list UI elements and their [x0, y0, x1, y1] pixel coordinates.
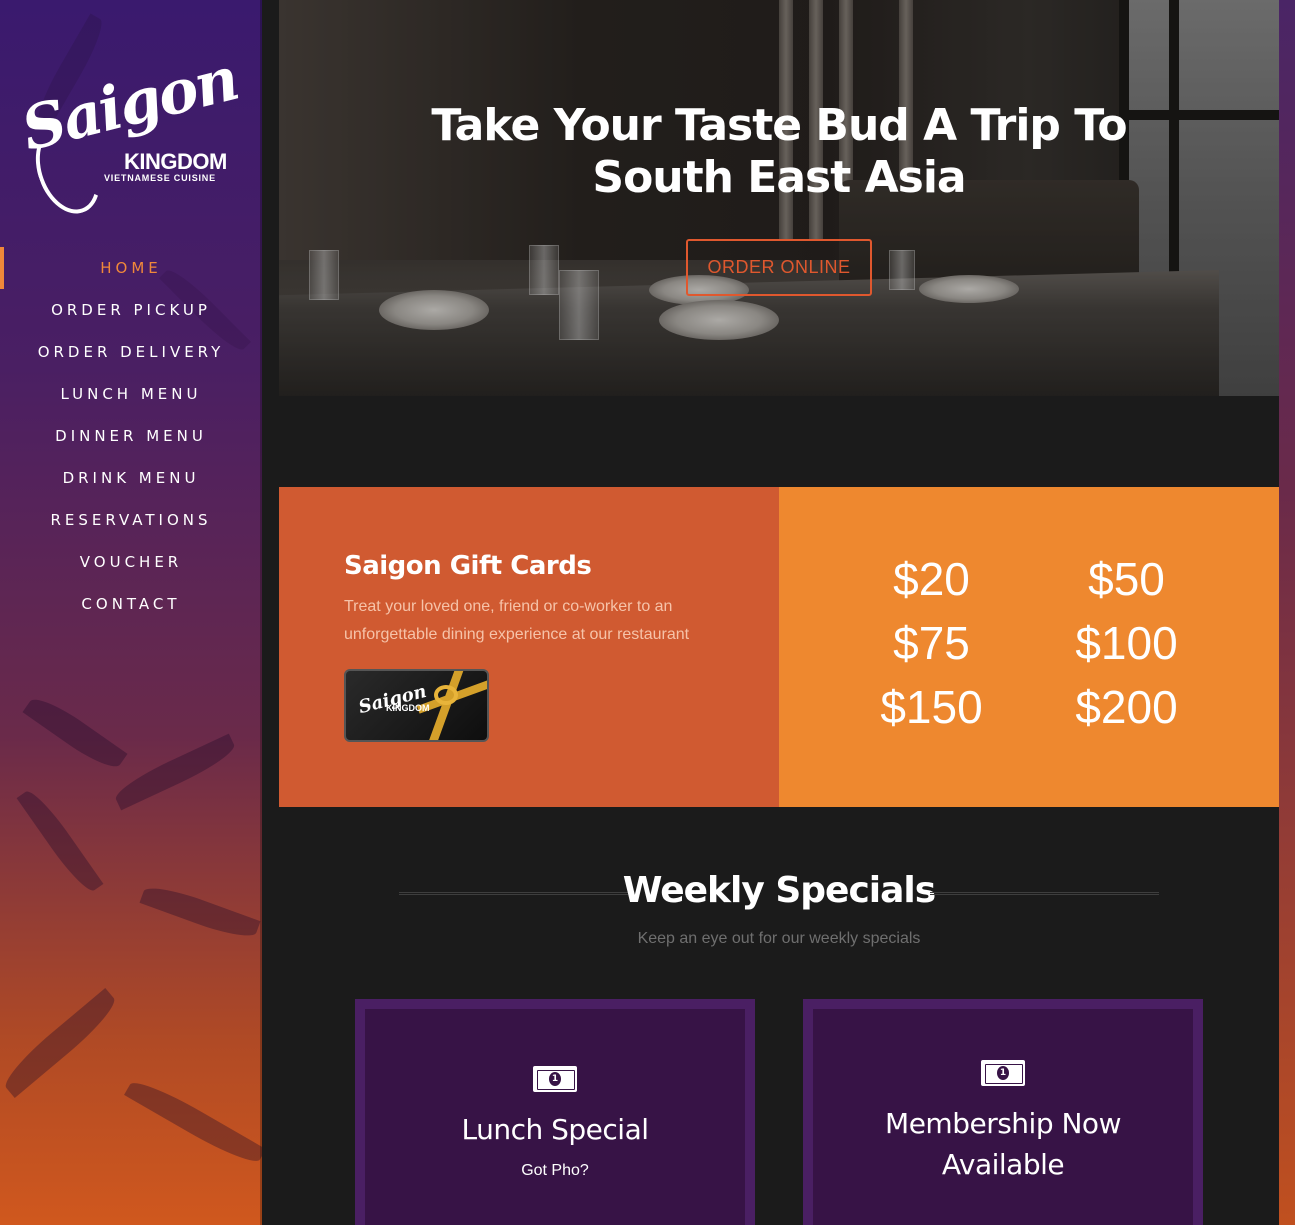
special-card-body: 1 Lunch Special Got Pho? [365, 1009, 745, 1225]
site-logo[interactable]: Saigon KINGDOM VIETNAMESE CUISINE [15, 44, 244, 225]
special-card-body: 1 Membership Now Available [813, 1009, 1193, 1225]
leaf-decoration [124, 1074, 262, 1170]
leaf-decoration [111, 733, 239, 811]
leaf-decoration [16, 785, 104, 897]
main-content: Take Your Taste Bud A Trip To South East… [279, 0, 1279, 1225]
logo-name: KINGDOM [124, 149, 227, 174]
order-online-button[interactable]: ORDER ONLINE [686, 239, 872, 296]
bow-icon [434, 685, 458, 705]
gift-card-image: Saigon KINGDOM [344, 669, 489, 742]
special-card-title: Lunch Special [461, 1113, 649, 1146]
gift-amount-grid: $20 $50 $75 $100 $150 $200 [779, 547, 1279, 739]
gift-amount-200[interactable]: $200 [1029, 675, 1224, 739]
nav-item-order-delivery[interactable]: ORDER DELIVERY [0, 331, 262, 373]
gift-card-amounts: $20 $50 $75 $100 $150 $200 [779, 487, 1279, 807]
nav-item-order-pickup[interactable]: ORDER PICKUP [0, 289, 262, 331]
right-edge-background [1279, 0, 1295, 1225]
leaf-decoration [139, 880, 261, 944]
money-bill-icon: 1 [533, 1066, 577, 1092]
hero-banner: Take Your Taste Bud A Trip To South East… [279, 0, 1279, 396]
nav-item-home[interactable]: HOME [0, 247, 262, 289]
sidebar: Saigon KINGDOM VIETNAMESE CUISINE HOME O… [0, 0, 262, 1225]
special-card-lunch[interactable]: 1 Lunch Special Got Pho? [355, 999, 755, 1225]
special-card-title: Membership Now Available [885, 1107, 1121, 1181]
specials-title: Weekly Specials [622, 870, 936, 911]
special-card-membership[interactable]: 1 Membership Now Available [803, 999, 1203, 1225]
hero-title: Take Your Taste Bud A Trip To South East… [431, 100, 1127, 203]
gift-card-title: Saigon Gift Cards [344, 551, 592, 581]
nav-item-lunch-menu[interactable]: LUNCH MENU [0, 373, 262, 415]
gift-amount-100[interactable]: $100 [1029, 611, 1224, 675]
nav-item-drink-menu[interactable]: DRINK MENU [0, 457, 262, 499]
logo-script: Saigon [15, 44, 245, 166]
gift-card-info: Saigon Gift Cards Treat your loved one, … [279, 487, 779, 807]
leaf-decoration [22, 690, 128, 776]
money-bill-icon: 1 [981, 1060, 1025, 1086]
gift-amount-20[interactable]: $20 [834, 547, 1029, 611]
nav-item-voucher[interactable]: VOUCHER [0, 541, 262, 583]
logo-tagline: VIETNAMESE CUISINE [104, 173, 216, 183]
gift-amount-50[interactable]: $50 [1029, 547, 1224, 611]
specials-subtitle: Keep an eye out for our weekly specials [637, 930, 921, 947]
gift-amount-75[interactable]: $75 [834, 611, 1029, 675]
title-divider [930, 892, 1159, 895]
nav-item-reservations[interactable]: RESERVATIONS [0, 499, 262, 541]
leaf-decoration [0, 988, 122, 1098]
gift-card-description: Treat your loved one, friend or co-worke… [344, 598, 690, 643]
gift-amount-150[interactable]: $150 [834, 675, 1029, 739]
gift-card-logo-name: KINGDOM [386, 703, 430, 713]
nav-item-dinner-menu[interactable]: DINNER MENU [0, 415, 262, 457]
special-card-subtitle: Got Pho? [521, 1162, 589, 1179]
nav-item-contact[interactable]: CONTACT [0, 583, 262, 625]
main-nav: HOME ORDER PICKUP ORDER DELIVERY LUNCH M… [0, 247, 262, 625]
